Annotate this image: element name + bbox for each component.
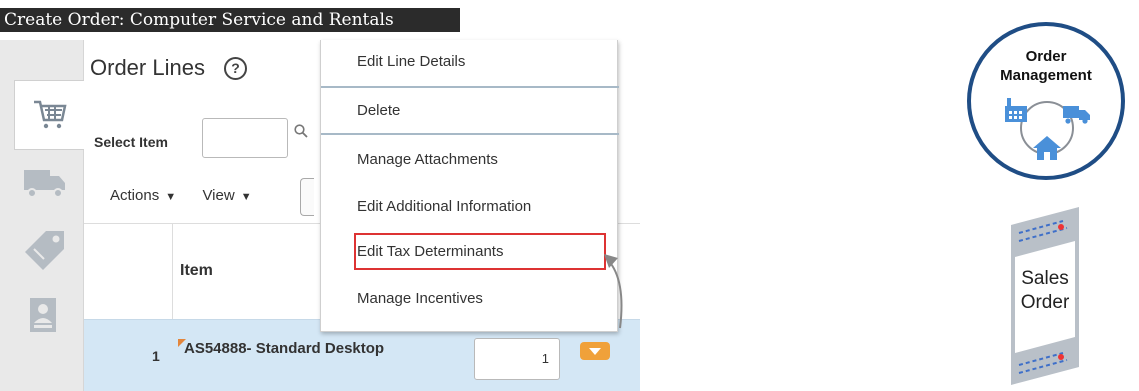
supply-chain-icon: [1005, 98, 1090, 160]
toolbar: Actions ▼ View ▼: [110, 187, 252, 204]
column-header-item[interactable]: Item: [180, 262, 213, 280]
menu-item-manage-incentives[interactable]: Manage Incentives: [357, 290, 483, 307]
order-lines-title: Order Lines: [90, 55, 205, 80]
cart-icon: [33, 100, 67, 129]
row-number: 1: [152, 348, 160, 364]
menu-item-delete[interactable]: Delete: [357, 102, 400, 119]
quantity-input[interactable]: 1: [474, 338, 560, 380]
row-item-link[interactable]: AS54888- Standard Desktop: [184, 340, 384, 357]
truck-icon[interactable]: [22, 164, 68, 202]
select-item-label: Select Item: [94, 134, 168, 150]
tag-icon[interactable]: [22, 228, 68, 274]
caret-down-icon: ▼: [240, 191, 252, 203]
menu-item-edit-line-details[interactable]: Edit Line Details: [357, 53, 465, 70]
pointer-arrow-icon: [604, 254, 623, 329]
search-icon[interactable]: [294, 124, 308, 138]
order-management-badge: Order Management: [967, 22, 1125, 180]
menu-item-edit-additional-information[interactable]: Edit Additional Information: [357, 198, 531, 215]
row-actions-menu: Edit Line Details Delete Manage Attachme…: [320, 40, 619, 332]
sales-order-line1: Sales: [1021, 268, 1069, 289]
row-actions-button[interactable]: [580, 342, 610, 360]
help-icon[interactable]: ?: [224, 57, 247, 80]
select-item-input[interactable]: [202, 118, 288, 158]
menu-item-manage-attachments[interactable]: Manage Attachments: [357, 151, 498, 168]
caret-down-icon: ▼: [165, 191, 177, 203]
view-menu[interactable]: View ▼: [202, 187, 251, 204]
left-rail: [0, 40, 84, 391]
highlight-box: [354, 233, 606, 270]
actions-menu[interactable]: Actions ▼: [110, 187, 176, 204]
tab-order-lines[interactable]: [14, 80, 84, 150]
contact-card-icon[interactable]: [22, 296, 60, 336]
window-title: Create Order: Computer Service and Renta…: [0, 8, 460, 32]
sales-order-line2: Order: [1020, 292, 1070, 313]
toolbar-button-partial[interactable]: [300, 178, 314, 216]
